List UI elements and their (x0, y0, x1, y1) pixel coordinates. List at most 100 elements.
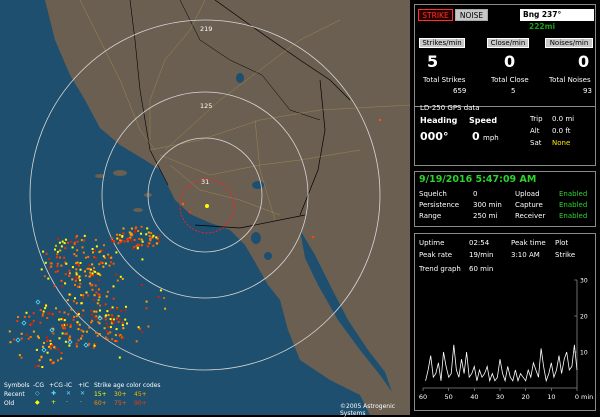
x-tick-label: 30 (496, 393, 504, 401)
range-label: Range (419, 212, 442, 220)
datetime-display: 9/19/2016 5:47:09 AM (419, 174, 537, 185)
strikes-per-min-header[interactable]: Strikes/min (419, 38, 465, 48)
close-per-min-value: 0 (504, 52, 516, 71)
capture-label: Capture (515, 201, 543, 209)
legend-row-old: Old (4, 400, 15, 407)
legend-col-pos-ic: +IC (78, 382, 89, 389)
legend-col-neg-ic: -IC (64, 382, 73, 389)
close-per-min-header[interactable]: Close/min (487, 38, 529, 48)
station-marker (205, 204, 209, 208)
age-60: 60+ (94, 400, 107, 407)
peak-rate-label: Peak rate (419, 251, 453, 259)
pos-cg-old-icon: + (51, 399, 57, 406)
age-30: 30+ (114, 391, 127, 398)
x-tick-label: 20 (522, 393, 530, 401)
sat-label: Sat (530, 139, 542, 147)
x-tick-label: 60 (419, 393, 427, 401)
trip-value: 0.0 mi (552, 115, 575, 123)
plot-label: Plot (555, 239, 569, 247)
trend-value: 60 min (469, 265, 494, 273)
y-tick-label: 30 (580, 278, 588, 285)
pos-ic-old-icon: · (80, 399, 82, 406)
status-panel: 9/19/2016 5:47:09 AM Squelch 0 Persisten… (414, 171, 596, 227)
y-tick-label: 20 (580, 314, 588, 321)
sat-value: None (552, 139, 571, 147)
uptime-value: 02:54 (469, 239, 490, 247)
total-close-value: 5 (511, 87, 516, 95)
plot-value: Strike (555, 251, 576, 259)
heading-label: Heading (420, 116, 458, 125)
uptime-label: Uptime (419, 239, 445, 247)
noises-per-min-value: 0 (578, 52, 590, 71)
lightning-map[interactable]: 219 125 31 ©2005 Astrogenic Systems Symb… (0, 0, 411, 417)
gps-panel: LD-250 GPS data Heading Speed 000° 0 mph… (414, 100, 596, 166)
legend-age-title: Strike age color codes (94, 382, 161, 389)
total-close-label: Total Close (491, 76, 529, 84)
capture-value: Enabled (559, 201, 588, 209)
alt-value: 0.0 ft (552, 127, 571, 135)
speed-label: Speed (469, 116, 498, 125)
heading-value: 000° (420, 130, 449, 143)
peak-time-label: Peak time (511, 239, 546, 247)
pos-ic-recent-icon: ✕ (80, 390, 86, 397)
bearing-value: 237° (541, 10, 562, 19)
bearing-readout: Bng 237° 222mi (520, 9, 594, 31)
neg-cg-recent-icon: ◇ (35, 390, 40, 397)
legend-col-neg-cg: -CG (33, 382, 45, 389)
total-strikes-value: 659 (453, 87, 467, 95)
neg-cg-old-icon: ◆ (35, 399, 40, 406)
squelch-value: 0 (473, 190, 478, 198)
side-panel: STRIKE NOISE Bng 237° 222mi Strikes/min … (410, 0, 600, 415)
trip-label: Trip (530, 115, 543, 123)
noises-per-min-header[interactable]: Noises/min (545, 38, 593, 48)
trend-label: Trend graph (419, 265, 461, 273)
upload-value: Enabled (559, 190, 588, 198)
pos-cg-recent-icon: ✚ (51, 390, 57, 397)
persistence-value: 300 min (473, 201, 502, 209)
upload-label: Upload (515, 190, 540, 198)
legend-row-recent: Recent (4, 391, 25, 398)
strike-button[interactable]: STRIKE (418, 9, 453, 21)
peak-rate-value: 19/min (469, 251, 494, 259)
x-tick-label: 50 (445, 393, 453, 401)
trend-graph: 30 20 10 60 50 40 30 20 10 0 min (419, 278, 593, 402)
receiver-label: Receiver (515, 212, 546, 220)
bearing-label: Bng (523, 10, 540, 19)
age-75: 75+ (114, 400, 127, 407)
strikes-per-min-value: 5 (427, 52, 439, 71)
map-canvas[interactable] (0, 0, 411, 415)
noise-button[interactable]: NOISE (455, 9, 488, 21)
speed-unit: mph (483, 134, 499, 142)
persistence-label: Persistence (419, 201, 460, 209)
legend-col-pos-cg: +CG (49, 382, 63, 389)
age-90: 90+ (134, 400, 147, 407)
range-label-31: 31 (201, 178, 210, 186)
total-noises-value: 93 (583, 87, 592, 95)
x-tick-label: 0 (575, 393, 579, 401)
squelch-label: Squelch (419, 190, 447, 198)
neg-ic-old-icon: · (66, 399, 68, 406)
speed-value: 0 (472, 130, 480, 143)
total-strikes-label: Total Strikes (423, 76, 466, 84)
alt-label: Alt (530, 127, 540, 135)
range-label-125: 125 (200, 102, 213, 110)
range-setting-value: 250 mi (473, 212, 498, 220)
age-45: 45+ (134, 391, 147, 398)
y-tick-label: 10 (580, 350, 588, 357)
age-15: 15+ (94, 391, 107, 398)
receiver-value: Enabled (559, 212, 588, 220)
range-label-219: 219 (200, 25, 213, 33)
neg-ic-recent-icon: ✕ (66, 390, 72, 397)
trend-series-line (425, 344, 578, 383)
legend-symbols-label: Symbols (4, 382, 30, 389)
counts-panel: STRIKE NOISE Bng 237° 222mi Strikes/min … (414, 4, 596, 107)
x-tick-label: 40 (470, 393, 478, 401)
x-tick-label: 10 (547, 393, 555, 401)
trend-panel: Uptime 02:54 Peak time Plot Peak rate 19… (414, 233, 596, 411)
range-value: 222mi (529, 22, 556, 31)
gps-title: LD-250 GPS data (420, 104, 480, 112)
peak-time-value: 3:10 AM (511, 251, 540, 259)
map-legend: Symbols -CG +CG -IC +IC Strike age color… (2, 382, 187, 412)
x-unit-label: min (581, 393, 593, 401)
total-noises-label: Total Noises (549, 76, 591, 84)
